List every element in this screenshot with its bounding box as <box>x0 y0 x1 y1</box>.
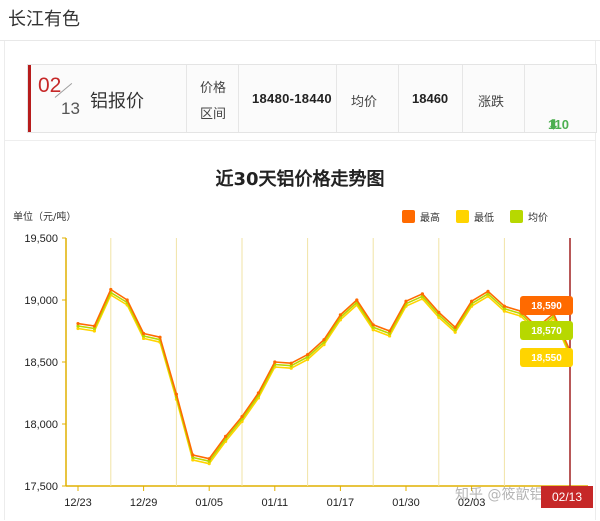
series-point <box>371 323 375 327</box>
cursor-date-tag: 02/13 <box>541 486 593 508</box>
series-point <box>273 360 277 364</box>
series-point <box>437 310 441 314</box>
series-line-2 <box>77 291 571 463</box>
series-point <box>109 287 113 292</box>
series-point <box>256 391 260 395</box>
x-tick-label: 12/23 <box>64 497 92 509</box>
x-tick-label: 01/11 <box>261 497 288 509</box>
series-point <box>388 329 392 333</box>
y-tick-label: 19,500 <box>24 233 58 245</box>
series-point <box>224 434 228 438</box>
series-point <box>338 313 342 317</box>
x-tick-label: 01/17 <box>327 497 355 509</box>
x-tick-label: 01/30 <box>392 497 420 509</box>
series-point <box>240 414 244 419</box>
series-point <box>453 325 457 329</box>
series-point <box>306 352 310 357</box>
series-point <box>470 299 474 303</box>
series-line-1 <box>77 294 571 465</box>
y-tick-label: 18,500 <box>24 357 58 369</box>
series-point <box>486 289 490 293</box>
y-tick-label: 19,000 <box>24 295 58 307</box>
series-point <box>158 335 162 339</box>
series-point <box>502 304 506 308</box>
series-point <box>191 453 195 457</box>
series-point <box>174 392 178 396</box>
data-label-text: 18,570 <box>531 326 562 337</box>
y-tick-label: 17,500 <box>24 481 58 493</box>
series-point <box>142 331 146 336</box>
data-label-text: 18,550 <box>531 353 562 364</box>
series-point <box>125 298 129 302</box>
series-line-0 <box>77 288 571 460</box>
series-point <box>207 457 211 461</box>
series-point <box>289 361 293 365</box>
x-tick-label: 01/05 <box>195 497 223 509</box>
series-point <box>92 324 96 328</box>
series-point <box>76 321 80 326</box>
data-label-text: 18,590 <box>531 301 562 312</box>
series-point <box>355 298 359 302</box>
y-tick-label: 18,000 <box>24 419 58 431</box>
series-point <box>404 299 408 303</box>
price-line-chart[interactable]: 19,500 19,000 18,500 18,000 17,500 12/23 12/29… <box>0 0 600 520</box>
series-point <box>420 292 424 296</box>
x-tick-label: 12/29 <box>130 497 158 509</box>
series-point <box>322 338 326 342</box>
